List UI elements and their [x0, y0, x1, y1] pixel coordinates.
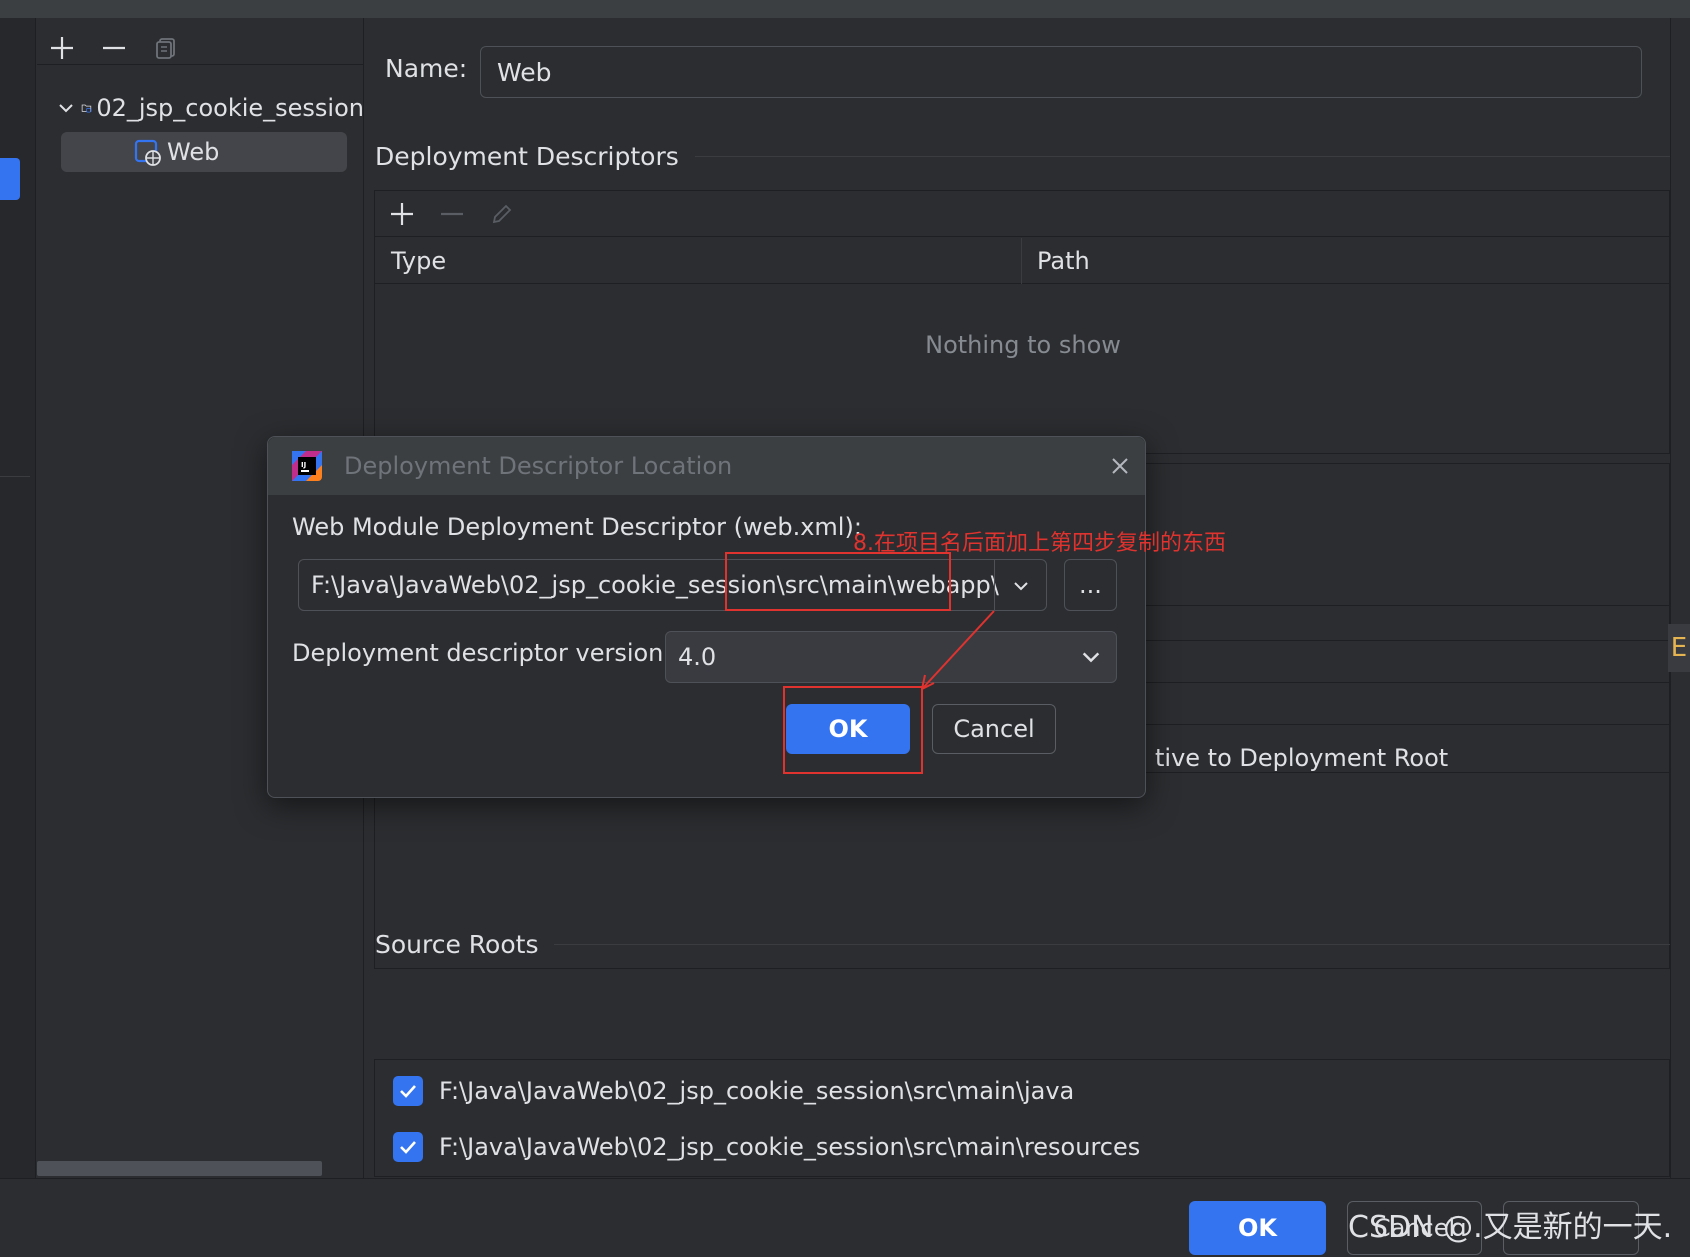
annotation-arrow: [921, 610, 995, 690]
deployment-descriptors-heading: Deployment Descriptors: [375, 142, 1670, 171]
checkbox-checked[interactable]: [393, 1132, 423, 1162]
name-input-value: Web: [497, 57, 552, 87]
dialog-cancel-button[interactable]: Cancel: [932, 704, 1056, 754]
browse-button[interactable]: ...: [1064, 559, 1117, 611]
relative-path-column-header: tive to Deployment Root: [1155, 744, 1449, 772]
version-label: Deployment descriptor version: [292, 639, 664, 667]
edit-icon[interactable]: [487, 199, 517, 229]
horizontal-scrollbar[interactable]: [37, 1161, 322, 1176]
source-roots-list: F:\Java\JavaWeb\02_jsp_cookie_session\sr…: [374, 1059, 1670, 1177]
tree-item-web[interactable]: Web: [61, 132, 347, 172]
window-top-bar: [0, 0, 1690, 18]
annotation-highlight-path: [725, 552, 951, 611]
column-path[interactable]: Path: [1037, 247, 1090, 275]
source-root-item[interactable]: F:\Java\JavaWeb\02_jsp_cookie_session\sr…: [393, 1076, 1074, 1106]
web-facet-icon: [134, 139, 161, 166]
module-folder-icon: [81, 104, 92, 113]
copy-icon[interactable]: [151, 33, 181, 63]
tree-toolbar-separator: [37, 64, 364, 65]
source-roots-title: Source Roots: [375, 930, 539, 959]
left-strip-selected-item[interactable]: [0, 158, 20, 200]
tree-item-project-label: 02_jsp_cookie_session: [96, 94, 364, 122]
remove-icon[interactable]: [99, 33, 129, 63]
deployment-descriptors-title: Deployment Descriptors: [375, 142, 679, 171]
source-roots-heading: Source Roots: [375, 930, 1670, 959]
source-root-item[interactable]: F:\Java\JavaWeb\02_jsp_cookie_session\sr…: [393, 1132, 1140, 1162]
name-label: Name:: [385, 54, 468, 83]
section-rule: [554, 944, 1670, 945]
svg-text:IJ: IJ: [301, 461, 306, 469]
empty-table-message: Nothing to show: [925, 331, 1121, 359]
dialog-title-bar[interactable]: IJ Deployment Descriptor Location: [268, 437, 1145, 495]
tree-toolbar: [47, 28, 181, 68]
left-tool-strip: [0, 18, 36, 1178]
source-root-path: F:\Java\JavaWeb\02_jsp_cookie_session\sr…: [439, 1133, 1141, 1161]
right-edge-badge[interactable]: E: [1668, 624, 1690, 672]
dialog-title: Deployment Descriptor Location: [344, 452, 733, 480]
path-dropdown-button[interactable]: [995, 560, 1046, 610]
section-rule: [694, 156, 1670, 157]
descriptors-toolbar: [375, 191, 1669, 237]
annotation-highlight-ok: [783, 686, 923, 774]
version-select[interactable]: 4.0: [665, 631, 1117, 683]
name-input[interactable]: Web: [480, 46, 1642, 98]
tree-item-web-label: Web: [167, 138, 220, 166]
check-icon: [400, 1085, 416, 1098]
tree-item-project[interactable]: 02_jsp_cookie_session: [57, 88, 364, 128]
chevron-down-icon: [1014, 582, 1028, 591]
checkbox-checked[interactable]: [393, 1076, 423, 1106]
remove-descriptor-icon[interactable]: [437, 199, 467, 229]
check-icon: [400, 1141, 416, 1154]
close-icon[interactable]: [1108, 454, 1132, 478]
left-strip-divider: [0, 476, 30, 477]
column-divider: [1021, 238, 1022, 284]
add-descriptor-icon[interactable]: [387, 199, 417, 229]
deployment-descriptor-dialog: IJ Deployment Descriptor Location Web Mo…: [267, 436, 1226, 798]
deployment-descriptors-table: Type Path Nothing to show: [374, 190, 1670, 454]
footer-ok-button[interactable]: OK: [1189, 1201, 1326, 1255]
column-type[interactable]: Type: [391, 247, 446, 275]
chevron-down-icon: [1082, 652, 1100, 663]
source-root-path: F:\Java\JavaWeb\02_jsp_cookie_session\sr…: [439, 1077, 1075, 1105]
version-value: 4.0: [678, 643, 717, 671]
descriptor-path-label: Web Module Deployment Descriptor (web.xm…: [292, 513, 862, 541]
intellij-logo-icon: IJ: [292, 451, 322, 481]
right-edge-panel: [1670, 18, 1690, 1178]
chevron-down-icon[interactable]: [57, 99, 75, 117]
add-icon[interactable]: [47, 33, 77, 63]
watermark: CSDN @.又是新的一天.: [1348, 1210, 1673, 1245]
descriptors-table-header: Type Path: [375, 238, 1669, 284]
